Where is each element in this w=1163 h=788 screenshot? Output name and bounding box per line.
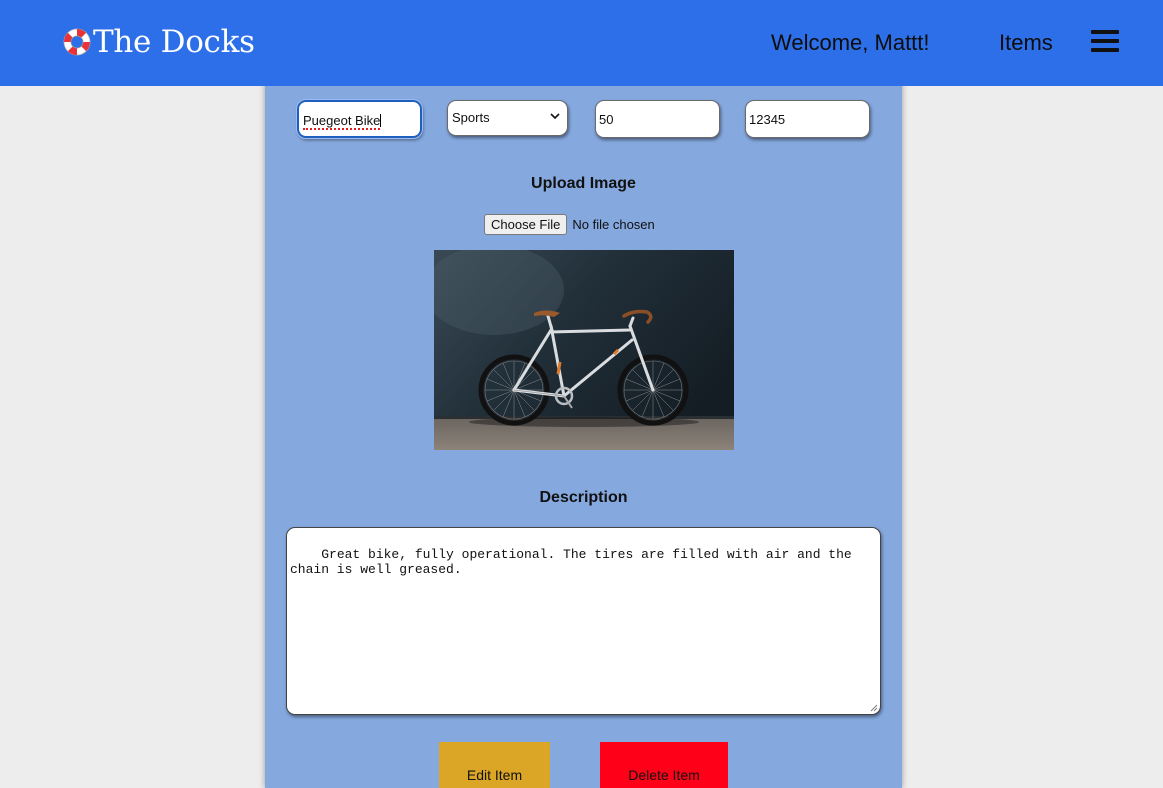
file-status-text: No file chosen bbox=[572, 217, 655, 232]
text-caret bbox=[380, 114, 382, 127]
file-input[interactable]: Choose File No file chosen bbox=[484, 214, 655, 235]
edit-item-button[interactable]: Edit Item bbox=[439, 742, 550, 788]
item-image-preview bbox=[434, 250, 734, 450]
hamburger-menu-icon[interactable] bbox=[1091, 30, 1119, 53]
brand-name[interactable]: The Docks bbox=[93, 22, 255, 62]
description-value: Great bike, fully operational. The tires… bbox=[290, 547, 860, 577]
item-name-value: Puegeot Bike bbox=[303, 113, 381, 130]
description-heading: Description bbox=[539, 489, 628, 506]
delete-item-button[interactable]: Delete Item bbox=[600, 742, 728, 788]
category-select[interactable]: Sports bbox=[447, 100, 568, 136]
description-textarea[interactable]: Great bike, fully operational. The tires… bbox=[286, 527, 881, 715]
category-selected-value: Sports bbox=[452, 110, 490, 125]
price-input[interactable]: 50 bbox=[595, 100, 720, 138]
resize-handle-icon[interactable] bbox=[870, 704, 878, 712]
lifebuoy-icon bbox=[63, 28, 91, 56]
nav-items-link[interactable]: Items bbox=[999, 29, 1053, 57]
upload-image-heading: Upload Image bbox=[531, 175, 636, 192]
edit-item-panel: Puegeot Bike Sports 50 12345 Upload Imag… bbox=[265, 0, 902, 788]
zip-value: 12345 bbox=[749, 112, 786, 127]
price-value: 50 bbox=[599, 112, 614, 127]
item-name-input[interactable]: Puegeot Bike bbox=[296, 99, 423, 139]
choose-file-button[interactable]: Choose File bbox=[484, 214, 568, 235]
welcome-message: Welcome, Mattt! bbox=[771, 30, 930, 55]
chevron-down-icon bbox=[550, 113, 560, 120]
zip-input[interactable]: 12345 bbox=[745, 100, 870, 138]
bicycle-photo bbox=[434, 250, 734, 450]
top-navbar: The Docks Welcome, Mattt! Items bbox=[0, 0, 1163, 86]
brand-logo-link[interactable]: The Docks bbox=[62, 22, 255, 62]
